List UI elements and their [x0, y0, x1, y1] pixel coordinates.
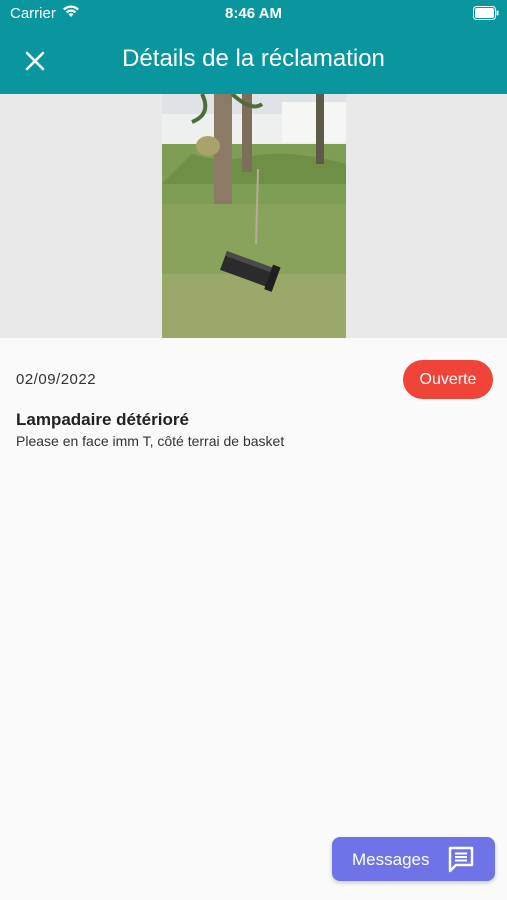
claim-description: Please en face imm T, côté terrai de bas… — [16, 433, 285, 449]
claim-photo-image — [162, 94, 346, 338]
claim-title: Lampadaire détérioré — [16, 410, 189, 429]
claim-photo[interactable] — [162, 94, 346, 338]
claim-date: 02/09/2022 — [16, 371, 97, 388]
app-header: Carrier 8:46 AM Détails de la réclamatio… — [0, 0, 507, 94]
messages-button-label: Messages — [352, 850, 430, 869]
photo-area — [0, 94, 507, 338]
status-bar: Carrier 8:46 AM — [0, 0, 507, 28]
page-title: Détails de la réclamation — [122, 45, 385, 72]
status-time: 8:46 AM — [225, 5, 282, 22]
chat-icon — [448, 846, 474, 873]
battery-icon — [473, 6, 499, 20]
status-badge: Ouverte — [403, 360, 493, 399]
messages-button[interactable]: Messages — [332, 837, 495, 881]
